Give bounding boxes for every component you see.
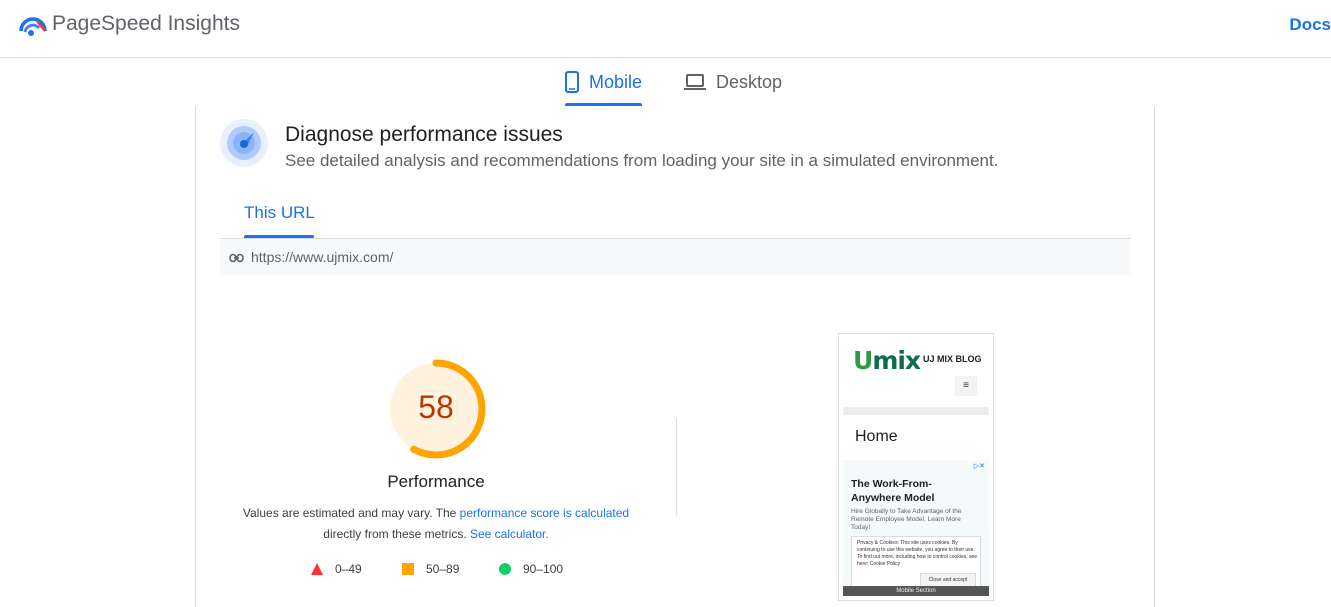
hamburger-menu-icon: ≡ xyxy=(955,376,977,396)
ad-choices-icon: ▷✕ xyxy=(973,463,985,470)
square-icon xyxy=(402,563,414,575)
legend-pass-range: 90–100 xyxy=(523,562,564,576)
site-home-heading: Home xyxy=(855,428,898,445)
site-title: UJ MIX BLOG xyxy=(923,354,982,364)
legend-average-range: 50–89 xyxy=(426,562,460,576)
note-mid: directly from these metrics. xyxy=(323,527,470,541)
top-header: PageSpeed Insights Docs xyxy=(0,0,1331,58)
cookie-text: Privacy & Cookies: This site uses cookie… xyxy=(857,540,978,567)
tab-desktop-label: Desktop xyxy=(716,71,783,92)
cookie-accept-button: Close and accept xyxy=(920,573,976,587)
note-prefix: Values are estimated and may vary. The xyxy=(242,506,460,520)
site-footer: Mobile Section xyxy=(843,586,989,596)
tab-this-url[interactable]: This URL xyxy=(244,203,315,238)
site-ad: ▷✕ The Work-From-Anywhere Model Hire Glo… xyxy=(843,460,989,596)
site-logo: Umix xyxy=(853,346,921,375)
performance-label: Performance xyxy=(387,472,485,491)
pagespeed-logo-icon[interactable] xyxy=(19,11,47,39)
ad-title: The Work-From-Anywhere Model xyxy=(851,478,935,504)
url-bar: https://www.ujmix.com/ xyxy=(220,238,1131,274)
diagnose-compass-icon xyxy=(220,119,268,167)
device-tabs: Mobile Desktop xyxy=(0,58,1331,106)
diagnose-subtitle: See detailed analysis and recommendation… xyxy=(285,151,999,170)
report-panel: Diagnose performance issues See detailed… xyxy=(195,106,1155,607)
ad-body: Hire Globally to Take Advantage of the R… xyxy=(851,508,962,531)
docs-link[interactable]: Docs xyxy=(1289,15,1331,35)
brand-title[interactable]: PageSpeed Insights xyxy=(52,12,240,36)
legend-fail-range: 0–49 xyxy=(335,562,362,576)
diagnose-title: Diagnose performance issues xyxy=(285,123,563,146)
tab-mobile-label: Mobile xyxy=(589,71,643,92)
link-icon xyxy=(229,250,244,268)
vertical-divider xyxy=(676,418,677,516)
cookie-notice: Privacy & Cookies: This site uses cookie… xyxy=(851,536,981,592)
laptop-icon xyxy=(684,73,706,91)
performance-score-link[interactable]: performance score is calculated xyxy=(460,506,629,520)
legend-fail: 0–49 xyxy=(311,562,362,576)
performance-score: 58 xyxy=(418,389,454,425)
legend-pass: 90–100 xyxy=(499,562,563,576)
legend-average: 50–89 xyxy=(402,562,459,576)
analyzed-url[interactable]: https://www.ujmix.com/ xyxy=(251,249,393,265)
phone-icon xyxy=(565,71,579,93)
page-screenshot[interactable]: Umix UJ MIX BLOG ≡ Home ▷✕ The Work-From… xyxy=(838,333,994,601)
score-note: Values are estimated and may vary. The p… xyxy=(236,503,636,545)
tab-mobile[interactable]: Mobile xyxy=(565,58,643,106)
triangle-icon xyxy=(311,563,323,575)
tab-desktop[interactable]: Desktop xyxy=(684,58,782,106)
circle-icon xyxy=(499,563,511,575)
site-nav-bar xyxy=(843,407,989,415)
see-calculator-link[interactable]: See calculator. xyxy=(470,527,549,541)
